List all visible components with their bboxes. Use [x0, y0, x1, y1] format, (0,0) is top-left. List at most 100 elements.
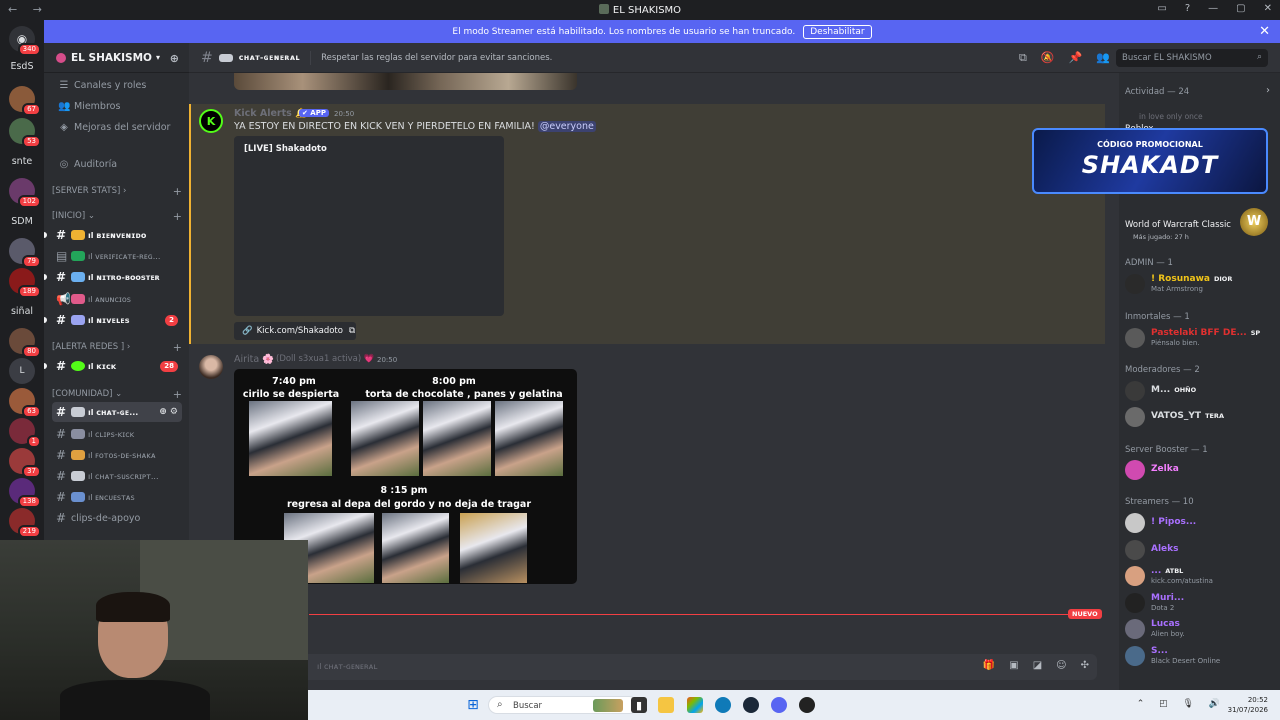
- channel-encuestas[interactable]: # ıl ᴇɴᴄᴜᴇꜱᴛᴀꜱ: [52, 487, 182, 507]
- threads-icon[interactable]: ⧉: [1019, 51, 1027, 65]
- maximize-button[interactable]: ▢: [1236, 3, 1245, 14]
- help-icon[interactable]: ?: [1185, 3, 1190, 14]
- emoji-picker-icon[interactable]: ☺: [1056, 660, 1066, 671]
- member-row[interactable]: Muri... Dota 2: [1125, 592, 1275, 614]
- search-input[interactable]: Buscar EL SHAKISMO ⌕: [1116, 49, 1268, 67]
- channel-kick[interactable]: # ıl ᴋɪᴄᴋ 28: [44, 356, 182, 376]
- member-row[interactable]: ... ATBL kick.com/atustina: [1125, 565, 1275, 587]
- member-row[interactable]: ! Rosunawa DIOR Mat Armstrong: [1125, 273, 1275, 295]
- channel-niveles[interactable]: # ıl ɴɪᴠᴇʟᴇꜱ 2: [44, 310, 182, 330]
- server-badge: 67: [22, 103, 41, 116]
- server-icon[interactable]: 138: [9, 478, 41, 508]
- kick-avatar[interactable]: K: [199, 109, 223, 133]
- server-icon[interactable]: 67: [9, 86, 41, 116]
- edge-icon[interactable]: [715, 697, 731, 713]
- member-row[interactable]: ! Pipos...: [1125, 512, 1275, 534]
- member-row[interactable]: Aleks: [1125, 539, 1275, 561]
- category-inicio[interactable]: [INICIO] ⌄ +: [52, 210, 182, 223]
- server-icon[interactable]: SDM: [9, 208, 35, 234]
- channel-settings-icon[interactable]: ⊕ ⚙: [159, 407, 178, 417]
- server-icon[interactable]: 102: [9, 178, 41, 208]
- channel-verificate[interactable]: ▤ ıl ᴠᴇʀɪꜰɪᴄᴀᴛᴇ-ʀᴇɢ...: [52, 246, 182, 266]
- add-channel-icon[interactable]: +: [173, 341, 182, 354]
- link-audit[interactable]: ◎ Auditoría: [52, 154, 182, 174]
- invite-icon[interactable]: ⊕: [170, 52, 179, 65]
- close-button[interactable]: ✕: [1264, 3, 1272, 14]
- gift-icon[interactable]: 🎁: [983, 660, 995, 671]
- clock[interactable]: 20:52 31/07/2026: [1228, 695, 1268, 715]
- system-tray[interactable]: ⌃ ◰ 🎙 🔊: [1137, 699, 1226, 709]
- minimize-button[interactable]: —: [1208, 3, 1218, 14]
- add-channel-icon[interactable]: +: [173, 388, 182, 401]
- close-icon[interactable]: ✕: [1259, 24, 1270, 39]
- gif-icon[interactable]: ▣: [1009, 660, 1018, 671]
- channel-nitro-booster[interactable]: # ıl ɴɪᴛʀᴏ-ʙᴏᴏꜱᴛᴇʀ: [44, 267, 182, 287]
- role-header: ADMIN — 1: [1125, 258, 1173, 268]
- server-icon[interactable]: 80: [9, 328, 41, 358]
- home-button[interactable]: ◉ 340: [9, 26, 41, 56]
- kick-link-button[interactable]: 🔗 Kick.com/Shakadoto ⧉: [234, 322, 356, 340]
- server-icon[interactable]: 79: [9, 238, 41, 268]
- link-channels-roles[interactable]: ☰ Canales y roles: [52, 75, 182, 95]
- member-row[interactable]: Zelka: [1125, 459, 1275, 481]
- channel-anuncios[interactable]: 📢 ıl ᴀɴᴜɴᴄɪᴏꜱ: [52, 289, 182, 309]
- avatar: [1125, 328, 1145, 348]
- server-icon[interactable]: 189: [9, 268, 41, 298]
- server-icon[interactable]: 219: [9, 508, 41, 538]
- airita-avatar[interactable]: [199, 355, 223, 379]
- inbox-icon[interactable]: ▭: [1157, 3, 1166, 14]
- server-icon[interactable]: 37: [9, 448, 41, 478]
- store-icon[interactable]: [687, 697, 703, 713]
- server-icon[interactable]: L: [9, 358, 35, 384]
- channel-bienvenido[interactable]: # ıl ʙɪᴇɴᴠᴇɴɪᴅᴏ: [44, 225, 182, 245]
- composer-tools: 🎁 ▣ ◪ ☺ ✣: [983, 660, 1089, 671]
- server-icon[interactable]: siñal: [9, 298, 35, 324]
- obs-icon[interactable]: [799, 697, 815, 713]
- channel-clips-kick[interactable]: # ıl ᴄʟɪᴘꜱ-ᴋɪᴄᴋ: [52, 424, 182, 444]
- category-server-stats[interactable]: [SERVER STATS] › +: [52, 185, 182, 198]
- mute-icon[interactable]: 🔕: [1041, 51, 1055, 65]
- chevron-right-icon[interactable]: ›: [1266, 85, 1270, 96]
- sticker-icon[interactable]: ◪: [1033, 660, 1042, 671]
- widget-icon[interactable]: [593, 699, 623, 712]
- link-members[interactable]: 👥 Miembros: [52, 96, 182, 116]
- add-channel-icon[interactable]: +: [173, 185, 182, 198]
- add-channel-icon[interactable]: +: [173, 210, 182, 223]
- message-author[interactable]: Kick Alerts 🔔: [234, 108, 307, 119]
- live-embed[interactable]: [LIVE] Shakadoto: [234, 136, 504, 316]
- discord-icon[interactable]: [771, 697, 787, 713]
- server-icon[interactable]: EsdS: [9, 53, 35, 79]
- link-server-boost[interactable]: ◈ Mejoras del servidor: [52, 117, 182, 137]
- previous-attachment-image[interactable]: [234, 73, 577, 90]
- activity-game[interactable]: World of Warcraft Classic: [1125, 220, 1231, 230]
- steam-icon[interactable]: [743, 697, 759, 713]
- member-row[interactable]: M... OHÑO: [1125, 380, 1275, 402]
- category-alerta-redes[interactable]: [ALERTA REDES ] › +: [52, 341, 182, 354]
- server-icon[interactable]: 53: [9, 118, 41, 148]
- channel-chat-general[interactable]: # ıl ᴄʜᴀᴛ-ɢᴇ... ⊕ ⚙: [52, 402, 182, 422]
- avatar: [1125, 460, 1145, 480]
- message-composer[interactable]: ıl ᴄʜᴀᴛ-ɢᴇɴᴇʀᴀʟ 🎁 ▣ ◪ ☺ ✣: [197, 654, 1097, 680]
- pin-icon[interactable]: 📌: [1069, 51, 1083, 65]
- channel-fotos-de-shaka[interactable]: # ıl ꜰᴏᴛᴏꜱ-ᴅᴇ-ꜱʜᴀᴋᴀ: [52, 445, 182, 465]
- disable-streamer-button[interactable]: Deshabilitar: [803, 24, 872, 39]
- server-icon[interactable]: 1: [9, 418, 41, 448]
- task-view-icon[interactable]: ▮: [631, 697, 647, 713]
- member-list-icon[interactable]: 👥: [1096, 51, 1110, 65]
- guild-header[interactable]: EL SHAKISMO ▾ ⊕: [44, 43, 189, 73]
- category-comunidad[interactable]: [COMUNIDAD] ⌄ +: [52, 388, 182, 401]
- member-row[interactable]: VATOS_YT TERA: [1125, 406, 1275, 428]
- member-name: S...: [1151, 646, 1168, 656]
- channel-clips-de-apoyo[interactable]: # clips-de-apoyo: [52, 508, 182, 528]
- start-icon[interactable]: ⊞: [465, 697, 481, 713]
- member-row[interactable]: S... Black Desert Online: [1125, 645, 1275, 667]
- everyone-mention[interactable]: @everyone: [537, 121, 596, 132]
- channel-chat-suscriptores[interactable]: # ıl ᴄʜᴀᴛ-ꜱᴜꜱᴄʀɪᴘᴛ...: [52, 466, 182, 486]
- message-author[interactable]: Airita 🌸: [234, 354, 274, 365]
- folder-icon[interactable]: [658, 697, 674, 713]
- server-icon[interactable]: snte: [9, 148, 35, 174]
- member-row[interactable]: Pastelaki BFF DE... SP Piénsalo bien.: [1125, 327, 1275, 349]
- server-icon[interactable]: 63: [9, 388, 41, 418]
- apps-icon[interactable]: ✣: [1081, 660, 1089, 671]
- member-row[interactable]: Lucas Alien boy.: [1125, 618, 1275, 640]
